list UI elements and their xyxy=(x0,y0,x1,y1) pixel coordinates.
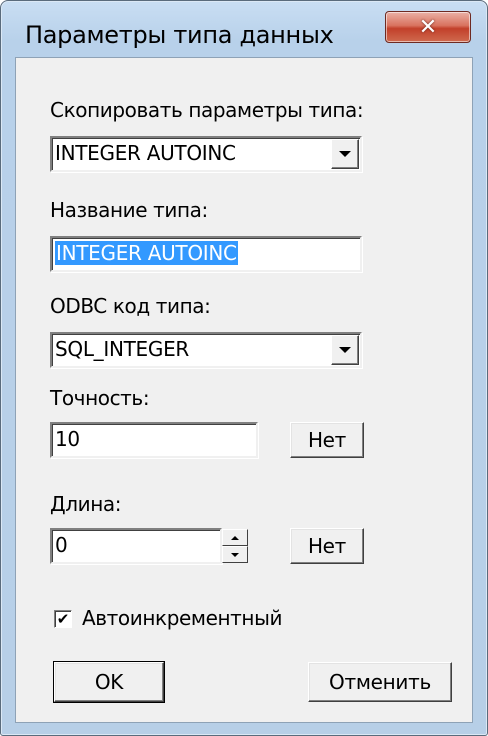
odbc-code-value: SQL_INTEGER xyxy=(55,337,190,361)
checkmark-icon: ✔ xyxy=(56,609,70,628)
window-title: Параметры типа данных xyxy=(25,21,334,49)
copy-params-value: INTEGER AUTOINC xyxy=(55,141,236,165)
odbc-code-dropdown-button[interactable] xyxy=(331,335,359,365)
precision-none-button[interactable]: Нет xyxy=(290,422,364,458)
length-none-label: Нет xyxy=(307,534,347,558)
copy-params-combobox[interactable]: INTEGER AUTOINC xyxy=(50,136,362,172)
ok-button-label: OK xyxy=(94,670,124,694)
precision-none-label: Нет xyxy=(307,428,347,452)
cancel-button[interactable]: Отменить xyxy=(308,662,452,702)
copy-params-dropdown-button[interactable] xyxy=(331,139,359,169)
title-bar[interactable]: Параметры типа данных ✕ xyxy=(1,1,487,57)
type-name-input[interactable]: INTEGER AUTOINC xyxy=(50,236,362,272)
length-none-button[interactable]: Нет xyxy=(290,528,364,564)
chevron-down-icon xyxy=(339,347,351,353)
length-label: Длина: xyxy=(50,492,122,516)
close-icon: ✕ xyxy=(418,14,438,39)
length-spinner[interactable] xyxy=(222,529,248,563)
ok-button[interactable]: OK xyxy=(53,661,165,703)
autoincrement-label[interactable]: Автоинкрементный xyxy=(82,606,283,630)
length-spin-down-button[interactable] xyxy=(222,546,248,563)
copy-params-label: Скопировать параметры типа: xyxy=(50,98,364,122)
type-name-value: INTEGER AUTOINC xyxy=(55,241,238,265)
autoincrement-checkbox[interactable]: ✔ xyxy=(54,610,72,628)
odbc-code-combobox[interactable]: SQL_INTEGER xyxy=(50,332,362,368)
close-button[interactable]: ✕ xyxy=(385,11,471,43)
precision-label: Точность: xyxy=(50,386,150,410)
odbc-code-label: ODBC код типа: xyxy=(50,294,211,318)
precision-input[interactable]: 10 xyxy=(50,422,258,458)
length-spin-up-button[interactable] xyxy=(222,529,248,546)
cancel-button-label: Отменить xyxy=(329,670,431,694)
length-value: 0 xyxy=(55,533,68,557)
arrow-down-icon xyxy=(231,552,239,557)
chevron-down-icon xyxy=(339,151,351,157)
type-name-label: Название типа: xyxy=(50,198,208,222)
precision-value: 10 xyxy=(55,427,80,451)
dialog-body: Скопировать параметры типа: INTEGER AUTO… xyxy=(15,57,473,723)
arrow-up-icon xyxy=(231,535,239,540)
length-input[interactable]: 0 xyxy=(50,528,222,564)
dialog-window: Параметры типа данных ✕ Скопировать пара… xyxy=(0,0,488,736)
